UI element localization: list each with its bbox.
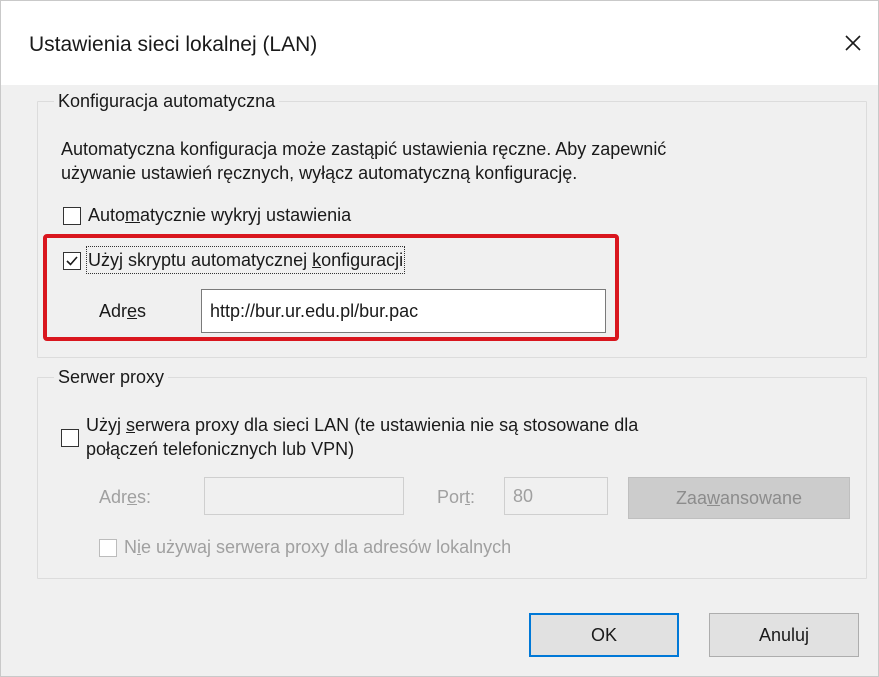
use-proxy-label-line-1: Użyj serwera proxy dla sieci LAN (te ust… xyxy=(86,415,639,435)
checkmark-icon xyxy=(66,256,78,266)
proxy-port-label: Port: xyxy=(437,487,476,507)
auto-config-legend: Konfiguracja automatyczna xyxy=(58,91,276,111)
proxy-address-input[interactable] xyxy=(204,477,404,515)
use-script-label: Użyj skryptu automatycznej konfiguracji xyxy=(85,246,406,274)
proxy-server-legend: Serwer proxy xyxy=(58,367,165,387)
window-title: Ustawienia sieci lokalnej (LAN) xyxy=(29,33,318,56)
advanced-button[interactable]: Zaa w ansowane xyxy=(628,477,850,519)
use-proxy-checkbox[interactable] xyxy=(61,429,79,447)
description-line-1: Automatyczna konfiguracja może zastąpić … xyxy=(61,139,667,159)
use-script-checkbox-row[interactable]: Użyj skryptu automatycznej konfiguracji xyxy=(63,246,406,274)
proxy-address-label: Adres: xyxy=(99,487,152,507)
bypass-local-label: Nie używaj serwera proxy dla adresów lok… xyxy=(124,537,512,557)
close-button[interactable] xyxy=(833,23,873,63)
auto-detect-checkbox[interactable] xyxy=(63,207,81,225)
dialog-body: Konfiguracja automatyczna Automatyczna k… xyxy=(1,85,878,676)
script-address-input[interactable]: http://bur.ur.edu.pl/bur.pac xyxy=(201,289,606,333)
auto-config-description: Automatyczna konfiguracja może zastąpić … xyxy=(61,137,861,185)
lan-settings-dialog: Ustawienia sieci lokalnej (LAN) Konfigur… xyxy=(0,0,879,677)
use-proxy-label: Użyj serwera proxy dla sieci LAN (te ust… xyxy=(86,413,638,461)
title-bar: Ustawienia sieci lokalnej (LAN) xyxy=(1,1,878,85)
auto-detect-checkbox-row[interactable]: Automatycznie wykryj ustawienia xyxy=(63,203,351,227)
bypass-local-checkbox[interactable] xyxy=(99,539,117,557)
use-proxy-label-line-2: połączeń telefonicznych lub VPN) xyxy=(86,439,355,459)
use-script-checkbox[interactable] xyxy=(63,252,81,270)
auto-detect-label: Automatycznie wykryj ustawienia xyxy=(88,205,352,225)
bypass-local-checkbox-row[interactable]: Nie używaj serwera proxy dla adresów lok… xyxy=(99,535,511,559)
proxy-port-input[interactable]: 80 xyxy=(504,477,608,515)
use-proxy-checkbox-row[interactable]: Użyj serwera proxy dla sieci LAN (te ust… xyxy=(61,413,638,461)
ok-button[interactable]: OK xyxy=(529,613,679,657)
close-icon xyxy=(845,35,861,51)
description-line-2: używanie ustawień ręcznych, wyłącz autom… xyxy=(61,163,578,183)
cancel-button[interactable]: Anuluj xyxy=(709,613,859,657)
script-address-label: Adres xyxy=(99,301,147,321)
